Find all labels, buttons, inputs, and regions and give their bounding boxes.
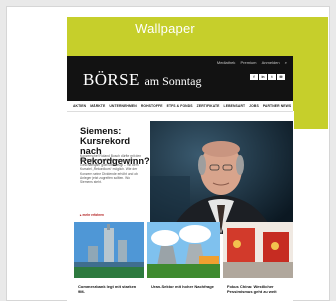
nav-item-rohstoffe[interactable]: ROHSTOFFE — [141, 104, 163, 108]
brand-sub: am Sonntag — [144, 74, 202, 88]
hero-image[interactable] — [150, 121, 293, 234]
main-nav: AKTIEN MÄRKTE UNTERNEHMEN ROHSTOFFE ETFS… — [67, 101, 293, 112]
social-icons: f in t ✉ — [250, 74, 285, 80]
linkedin-icon[interactable]: in — [259, 74, 267, 80]
card-image-china[interactable] — [223, 222, 293, 278]
wallpaper-label: Wallpaper — [135, 21, 195, 36]
nav-item-jobs[interactable]: JOBS — [249, 104, 259, 108]
nav-item-lebensart[interactable]: LEBENSART — [224, 104, 246, 108]
nav-item-maerkte[interactable]: MÄRKTE — [90, 104, 105, 108]
hero-more-link[interactable]: ▸ mehr erfahren — [80, 213, 104, 217]
hero-article[interactable]: Siemens: Kursrekord nach Rekordgewinn? K… — [67, 119, 150, 233]
masthead: BÖRSE am Sonntag Mediathek Premium Anmel… — [67, 56, 293, 101]
search-icon[interactable]: ⌕ — [285, 60, 287, 65]
card-image-uran[interactable] — [147, 222, 220, 278]
skyline-photo — [74, 222, 144, 278]
china-street-photo — [223, 222, 293, 278]
mail-icon[interactable]: ✉ — [277, 74, 285, 80]
brand-main: BÖRSE — [83, 70, 140, 89]
card-caption-uran[interactable]: Uran-Sektor mit hoher Nachfrage — [151, 284, 219, 290]
top-link-anmelden[interactable]: Anmelden — [262, 60, 280, 65]
facebook-icon[interactable]: f — [250, 74, 258, 80]
card-caption-china[interactable]: Fokus China: Westlicher Pessimismus geht… — [227, 284, 291, 294]
nav-item-aktien[interactable]: AKTIEN — [73, 104, 86, 108]
hero-description: Konzernchef Roland Busch dürfte mit den … — [80, 154, 142, 185]
top-links: Mediathek Premium Anmelden ⌕ — [213, 60, 287, 65]
nav-item-unternehmen[interactable]: UNTERNEHMEN — [109, 104, 136, 108]
twitter-icon[interactable]: t — [268, 74, 276, 80]
top-link-mediathek[interactable]: Mediathek — [217, 60, 235, 65]
nav-item-partner-news[interactable]: PARTNER NEWS — [263, 104, 291, 108]
brand-logo[interactable]: BÖRSE am Sonntag — [83, 70, 201, 90]
card-caption-commerzbank[interactable]: Commerzbank legt mit starken 9M- — [78, 284, 142, 294]
card-image-commerzbank[interactable] — [74, 222, 144, 278]
nav-item-zertifikate[interactable]: ZERTIFIKATE — [197, 104, 220, 108]
top-link-premium[interactable]: Premium — [240, 60, 256, 65]
nav-item-etfs-fonds[interactable]: ETFS & FONDS — [167, 104, 193, 108]
power-plant-photo — [147, 222, 220, 278]
wallpaper-side-extension — [294, 111, 328, 129]
portrait-photo — [150, 121, 293, 234]
